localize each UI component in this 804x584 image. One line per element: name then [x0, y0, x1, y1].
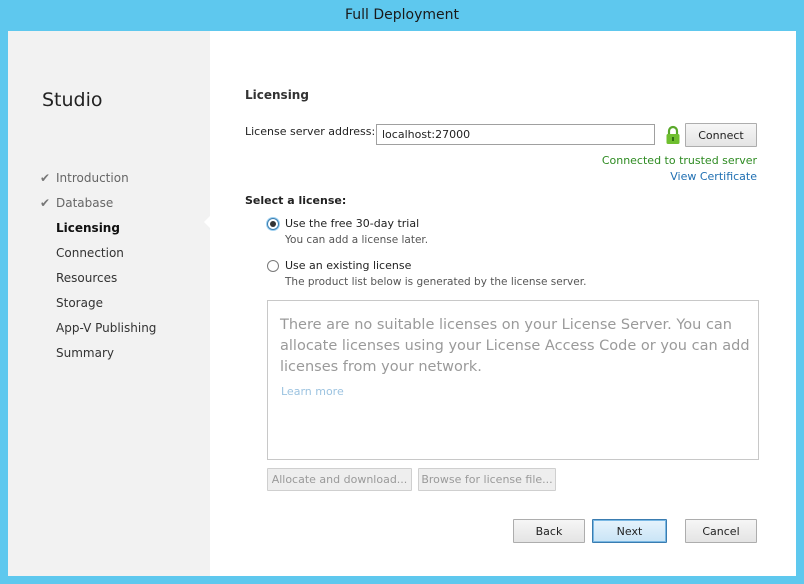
wizard-sidebar: Studio ✔ Introduction ✔ Database Licensi…	[8, 31, 212, 576]
step-label: Database	[56, 196, 114, 210]
no-licenses-message: There are no suitable licenses on your L…	[280, 317, 750, 375]
select-license-label: Select a license:	[245, 194, 347, 207]
step-database: ✔ Database	[40, 191, 156, 216]
page-heading: Licensing	[245, 88, 309, 102]
step-connection: Connection	[40, 241, 156, 266]
step-label: Storage	[56, 296, 103, 310]
wizard-steps: ✔ Introduction ✔ Database Licensing Conn…	[40, 166, 156, 366]
step-label: Summary	[56, 346, 114, 360]
wizard-client-area: Studio ✔ Introduction ✔ Database Licensi…	[8, 31, 796, 576]
step-label: Licensing	[56, 221, 120, 235]
cancel-button[interactable]: Cancel	[685, 519, 757, 543]
connection-status: Connected to trusted server	[601, 154, 757, 167]
browse-license-file-button[interactable]: Browse for license file...	[418, 468, 556, 491]
connect-button[interactable]: Connect	[685, 123, 757, 147]
existing-option-description: The product list below is generated by t…	[285, 276, 587, 288]
checkmark-icon: ✔	[40, 171, 51, 185]
back-button[interactable]: Back	[513, 519, 585, 543]
step-storage: Storage	[40, 291, 156, 316]
step-app-v-publishing: App-V Publishing	[40, 316, 156, 341]
allocate-download-button[interactable]: Allocate and download...	[267, 468, 412, 491]
license-list[interactable]: There are no suitable licenses on your L…	[267, 300, 759, 460]
wizard-content: Licensing License server address: Connec…	[210, 31, 796, 576]
step-introduction: ✔ Introduction	[40, 166, 156, 191]
window-title: Full Deployment	[344, 7, 460, 23]
checkmark-icon: ✔	[40, 196, 51, 210]
sidebar-title: Studio	[42, 89, 103, 111]
step-label: Resources	[56, 271, 118, 285]
lock-icon	[666, 125, 680, 144]
step-summary: Summary	[40, 341, 156, 366]
trial-option-label[interactable]: Use the free 30-day trial	[285, 217, 419, 230]
trial-radio[interactable]	[267, 218, 279, 230]
step-licensing: Licensing	[40, 216, 156, 241]
learn-more-link[interactable]: Learn more	[281, 385, 344, 398]
step-resources: Resources	[40, 266, 156, 291]
next-button[interactable]: Next	[592, 519, 667, 543]
step-label: Connection	[56, 246, 124, 260]
window-frame: Full Deployment Studio ✔ Introduction ✔ …	[0, 0, 804, 584]
existing-license-radio[interactable]	[267, 260, 279, 272]
step-label: App-V Publishing	[56, 321, 157, 335]
existing-option-label[interactable]: Use an existing license	[285, 259, 411, 272]
step-label: Introduction	[56, 171, 129, 185]
trial-option-description: You can add a license later.	[285, 234, 429, 246]
license-server-input[interactable]	[376, 124, 655, 145]
view-certificate-link[interactable]: View Certificate	[670, 170, 757, 183]
license-server-label: License server address:	[245, 125, 376, 138]
